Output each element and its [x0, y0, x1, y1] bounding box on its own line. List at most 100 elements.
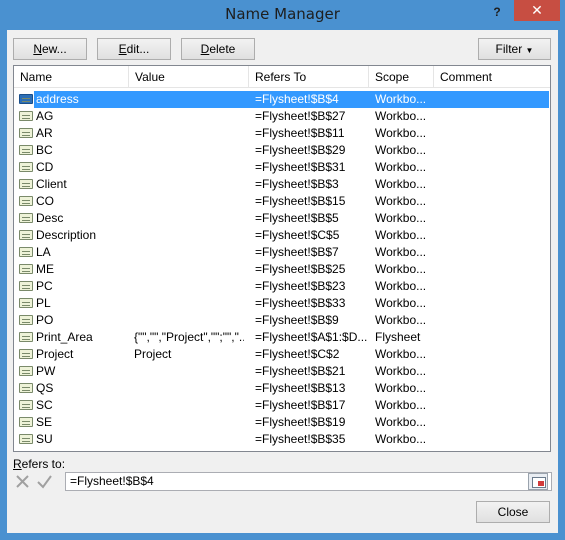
column-header-name[interactable]: Name [14, 66, 129, 88]
cell-scope: Workbo... [375, 279, 427, 293]
cell-name: PW [36, 364, 56, 378]
list-item[interactable]: AG =Flysheet!$B$27 Workbo... [14, 108, 550, 125]
cell-name: Desc [36, 211, 64, 225]
list-item[interactable]: SU =Flysheet!$B$35 Workbo... [14, 431, 550, 448]
confirm-edit-icon[interactable] [35, 472, 54, 491]
delete-button-label: elete [209, 42, 236, 56]
defined-name-icon [19, 349, 33, 359]
cell-name: PO [36, 313, 54, 327]
defined-name-icon [19, 162, 33, 172]
cell-value [134, 91, 244, 108]
cell-value [134, 210, 244, 227]
edit-button-label: dit... [126, 42, 150, 56]
cell-scope: Workbo... [375, 177, 427, 191]
column-header-value[interactable]: Value [129, 66, 249, 88]
delete-button[interactable]: Delete [181, 38, 255, 60]
filter-button[interactable]: Filter ▼ [478, 38, 551, 60]
list-item[interactable]: Print_Area {"","","Project","";"","... =Fl… [14, 329, 550, 346]
cell-name: AG [36, 109, 54, 123]
cell-name: SC [36, 398, 53, 412]
cell-name: ME [36, 262, 54, 276]
column-header-comment[interactable]: Comment [434, 66, 550, 88]
defined-name-icon [19, 213, 33, 223]
cell-name: AR [36, 126, 53, 140]
list-item[interactable]: BC =Flysheet!$B$29 Workbo... [14, 142, 550, 159]
cell-scope: Workbo... [375, 364, 427, 378]
cell-refers-to: =Flysheet!$B$23 [255, 279, 346, 293]
cell-name: Description [36, 228, 97, 242]
cell-scope: Workbo... [375, 211, 427, 225]
list-item[interactable]: Client =Flysheet!$B$3 Workbo... [14, 176, 550, 193]
list-item[interactable]: QS =Flysheet!$B$13 Workbo... [14, 380, 550, 397]
cell-value [134, 176, 244, 193]
list-item[interactable]: Description =Flysheet!$C$5 Workbo... [14, 227, 550, 244]
list-item[interactable]: LA =Flysheet!$B$7 Workbo... [14, 244, 550, 261]
cell-value [134, 193, 244, 210]
cell-value [134, 312, 244, 329]
list-item[interactable]: AR =Flysheet!$B$11 Workbo... [14, 125, 550, 142]
edit-button-accelerator: E [118, 42, 127, 56]
cell-value [134, 159, 244, 176]
list-item[interactable]: PO =Flysheet!$B$9 Workbo... [14, 312, 550, 329]
defined-name-icon [19, 128, 33, 138]
cell-value [134, 108, 244, 125]
cell-value [134, 261, 244, 278]
list-item[interactable]: PC =Flysheet!$B$23 Workbo... [14, 278, 550, 295]
list-item[interactable]: ME =Flysheet!$B$25 Workbo... [14, 261, 550, 278]
defined-name-icon [19, 179, 33, 189]
column-header-scope[interactable]: Scope [369, 66, 434, 88]
cell-refers-to: =Flysheet!$B$5 [255, 211, 339, 225]
cell-scope: Workbo... [375, 262, 427, 276]
cell-name: QS [36, 381, 54, 395]
cell-refers-to: =Flysheet!$B$33 [255, 296, 346, 310]
list-item[interactable]: SC =Flysheet!$B$17 Workbo... [14, 397, 550, 414]
cell-scope: Workbo... [375, 109, 427, 123]
new-button-accelerator: N [33, 42, 42, 56]
new-button[interactable]: New... [13, 38, 87, 60]
cell-scope: Workbo... [375, 194, 427, 208]
dropdown-arrow-icon: ▼ [525, 46, 534, 55]
defined-name-icon [19, 366, 33, 376]
cell-scope: Workbo... [375, 398, 427, 412]
cell-value: Project [134, 347, 172, 361]
cell-refers-to: =Flysheet!$B$3 [255, 177, 339, 191]
list-item[interactable]: PW =Flysheet!$B$21 Workbo... [14, 363, 550, 380]
collapse-dialog-icon[interactable] [528, 473, 548, 490]
names-list[interactable]: Name Value Refers To Scope Comment addre… [13, 65, 551, 452]
cell-refers-to: =Flysheet!$B$4 [255, 92, 339, 106]
cancel-edit-icon[interactable] [13, 472, 32, 491]
list-header: Name Value Refers To Scope Comment [14, 66, 550, 88]
list-item[interactable]: CO =Flysheet!$B$15 Workbo... [14, 193, 550, 210]
help-button[interactable]: ? [486, 2, 508, 22]
cell-scope: Flysheet [375, 330, 421, 344]
cell-refers-to: =Flysheet!$B$11 [255, 126, 345, 140]
cell-refers-to: =Flysheet!$A$1:$D... [255, 330, 368, 344]
window-close-button[interactable]: ✕ [514, 0, 560, 21]
list-item[interactable]: Desc =Flysheet!$B$5 Workbo... [14, 210, 550, 227]
cell-name: Print_Area [36, 330, 93, 344]
title-bar[interactable]: Name Manager ? ✕ [0, 0, 565, 30]
defined-name-icon [19, 417, 33, 427]
edit-button[interactable]: Edit... [97, 38, 171, 60]
column-header-refers-to[interactable]: Refers To [249, 66, 369, 88]
cell-value [134, 431, 244, 448]
cell-refers-to: =Flysheet!$B$27 [255, 109, 346, 123]
list-item[interactable]: address =Flysheet!$B$4 Workbo... [14, 91, 550, 108]
dialog-body: New... Edit... Delete Filter ▼ Name Valu… [7, 30, 558, 533]
defined-name-icon [19, 281, 33, 291]
cell-value [134, 295, 244, 312]
defined-name-icon [19, 434, 33, 444]
list-item[interactable]: CD =Flysheet!$B$31 Workbo... [14, 159, 550, 176]
cell-value [134, 142, 244, 159]
list-item[interactable]: PL =Flysheet!$B$33 Workbo... [14, 295, 550, 312]
list-item[interactable]: Project Project =Flysheet!$C$2 Workbo... [14, 346, 550, 363]
defined-name-icon [19, 264, 33, 274]
close-button[interactable]: Close [476, 501, 550, 523]
cell-name: PL [36, 296, 51, 310]
cell-value [134, 414, 244, 431]
defined-name-icon [19, 383, 33, 393]
refers-to-input[interactable]: =Flysheet!$B$4 [65, 472, 552, 491]
list-item[interactable]: SE =Flysheet!$B$19 Workbo... [14, 414, 550, 431]
cell-value [134, 278, 244, 295]
cell-name: CO [36, 194, 54, 208]
